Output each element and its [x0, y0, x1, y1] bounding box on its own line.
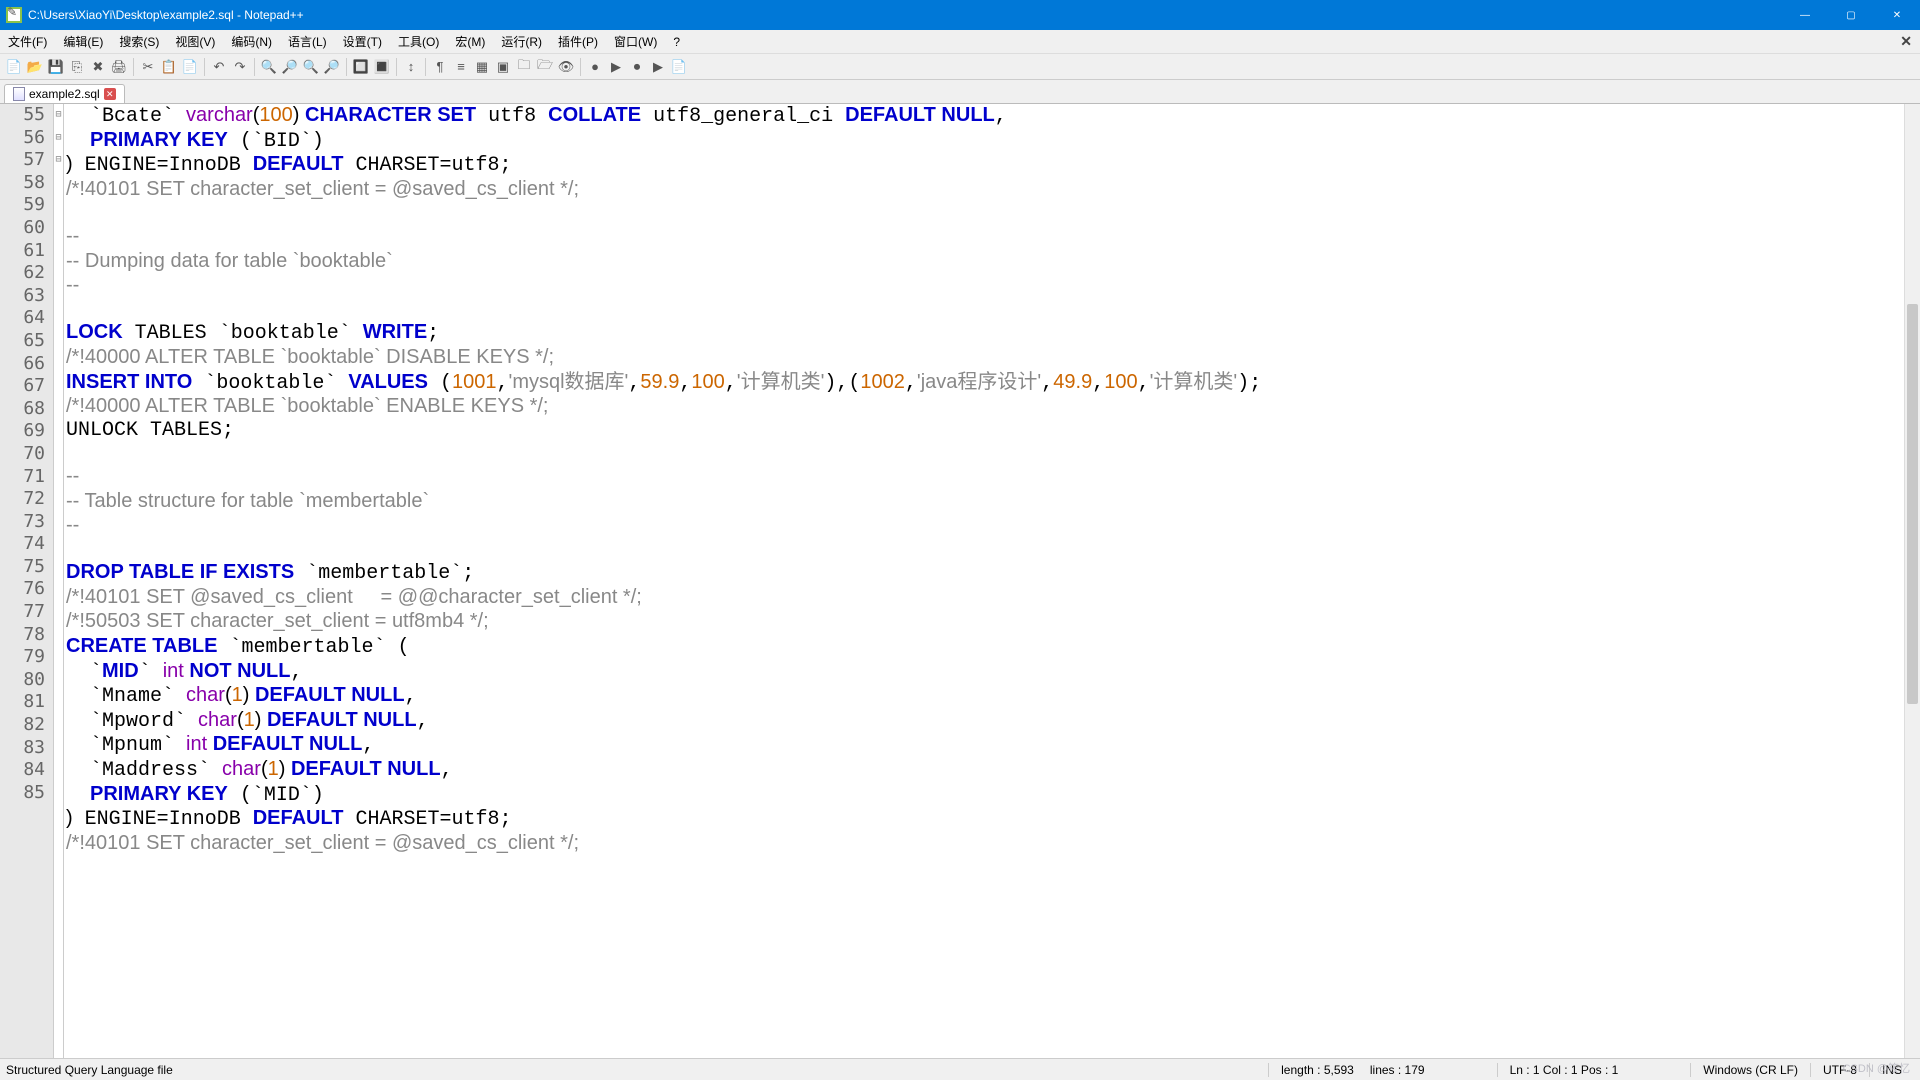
undo-icon[interactable]: ↶ — [209, 57, 229, 77]
menu-plugins[interactable]: 插件(P) — [550, 33, 606, 50]
toolbar-sep — [425, 58, 426, 76]
status-length: length : 5,593 — [1268, 1063, 1366, 1077]
tab-label: example2.sql — [29, 87, 100, 101]
toolbar-sep — [580, 58, 581, 76]
monitor-icon[interactable]: 👁 — [556, 57, 576, 77]
playback-icon[interactable]: ▶ — [648, 57, 668, 77]
menu-run[interactable]: 运行(R) — [493, 33, 550, 50]
editor[interactable]: 55 56 57 58 59 60 61 62 63 64 65 66 67 6… — [0, 104, 1920, 1058]
cut-icon[interactable]: ✂ — [138, 57, 158, 77]
replace-icon[interactable]: 🔎 — [280, 57, 300, 77]
toolbar-sep — [396, 58, 397, 76]
status-lines: lines : 179 — [1366, 1063, 1437, 1077]
menu-file[interactable]: 文件(F) — [0, 33, 55, 50]
indent-guide-icon[interactable]: ≡ — [451, 57, 471, 77]
copy-icon[interactable]: 📋 — [159, 57, 179, 77]
find-icon[interactable]: 🔍 — [259, 57, 279, 77]
print-icon[interactable]: 🖨 — [109, 57, 129, 77]
zoom-out-icon[interactable]: 🔎 — [322, 57, 342, 77]
close-file-icon[interactable]: ✖ — [88, 57, 108, 77]
tabbar: example2.sql ✕ — [0, 80, 1920, 104]
menu-edit[interactable]: 编辑(E) — [55, 33, 111, 50]
file-icon — [13, 87, 25, 101]
menubar: 文件(F) 编辑(E) 搜索(S) 视图(V) 编码(N) 语言(L) 设置(T… — [0, 30, 1920, 54]
save-all-icon[interactable]: ⎘ — [67, 57, 87, 77]
maximize-button[interactable]: ▢ — [1828, 0, 1874, 30]
sync-v-icon[interactable]: 🔲 — [351, 57, 371, 77]
menu-window[interactable]: 窗口(W) — [606, 33, 665, 50]
stop-macro-icon[interactable]: ⏺ — [627, 57, 647, 77]
window-controls: — ▢ ✕ — [1782, 0, 1920, 30]
folder-workspace-icon[interactable]: 🗁 — [535, 57, 555, 77]
menu-help[interactable]: ? — [665, 35, 688, 49]
status-language: Structured Query Language file — [6, 1063, 1268, 1077]
titlebar: C:\Users\XiaoYi\Desktop\example2.sql - N… — [0, 0, 1920, 30]
toolbar-sep — [133, 58, 134, 76]
save-macro-icon[interactable]: 📄 — [669, 57, 689, 77]
line-number-gutter: 55 56 57 58 59 60 61 62 63 64 65 66 67 6… — [0, 104, 54, 1058]
status-eol: Windows (CR LF) — [1690, 1063, 1810, 1077]
menu-language[interactable]: 语言(L) — [280, 33, 335, 50]
redo-icon[interactable]: ↷ — [230, 57, 250, 77]
play-macro-icon[interactable]: ▶ — [606, 57, 626, 77]
close-button[interactable]: ✕ — [1874, 0, 1920, 30]
menu-encoding[interactable]: 编码(N) — [223, 33, 280, 50]
status-position: Ln : 1 Col : 1 Pos : 1 — [1497, 1063, 1631, 1077]
menu-view[interactable]: 视图(V) — [167, 33, 223, 50]
toolbar-sep — [204, 58, 205, 76]
menu-tools[interactable]: 工具(O) — [390, 33, 447, 50]
watermark: CSDN @筱忆 — [1843, 1060, 1910, 1076]
code-area[interactable]: `Bcate` varchar(100) CHARACTER SET utf8 … — [64, 104, 1920, 1058]
window-title: C:\Users\XiaoYi\Desktop\example2.sql - N… — [28, 8, 1782, 22]
toolbar-sep — [254, 58, 255, 76]
app-icon — [6, 7, 22, 23]
wrap-icon[interactable]: ↕ — [401, 57, 421, 77]
tab-close-icon[interactable]: ✕ — [104, 88, 116, 100]
sync-h-icon[interactable]: 🔳 — [372, 57, 392, 77]
zoom-in-icon[interactable]: 🔍 — [301, 57, 321, 77]
show-symbols-icon[interactable]: ¶ — [430, 57, 450, 77]
new-file-icon[interactable]: 📄 — [4, 57, 24, 77]
save-icon[interactable]: 💾 — [46, 57, 66, 77]
menu-search[interactable]: 搜索(S) — [111, 33, 167, 50]
statusbar: Structured Query Language file length : … — [0, 1058, 1920, 1080]
toolbar: 📄 📂 💾 ⎘ ✖ 🖨 ✂ 📋 📄 ↶ ↷ 🔍 🔎 🔍 🔎 🔲 🔳 ↕ ¶ ≡ … — [0, 54, 1920, 80]
minimize-button[interactable]: — — [1782, 0, 1828, 30]
toolbar-sep — [346, 58, 347, 76]
udl-icon[interactable]: ▦ — [472, 57, 492, 77]
paste-icon[interactable]: 📄 — [180, 57, 200, 77]
menubar-close-icon[interactable]: ✕ — [1900, 33, 1912, 50]
menu-settings[interactable]: 设置(T) — [335, 33, 390, 50]
record-macro-icon[interactable]: ● — [585, 57, 605, 77]
folder-icon[interactable]: 🗀 — [514, 57, 534, 77]
vertical-scrollbar[interactable] — [1904, 104, 1920, 1058]
file-tab[interactable]: example2.sql ✕ — [4, 84, 125, 103]
menu-macro[interactable]: 宏(M) — [447, 33, 493, 50]
scrollbar-thumb[interactable] — [1907, 304, 1918, 704]
fold-column[interactable]: ⊟ ⊟ ⊟ — [54, 104, 64, 1058]
open-file-icon[interactable]: 📂 — [25, 57, 45, 77]
doc-map-icon[interactable]: ▣ — [493, 57, 513, 77]
